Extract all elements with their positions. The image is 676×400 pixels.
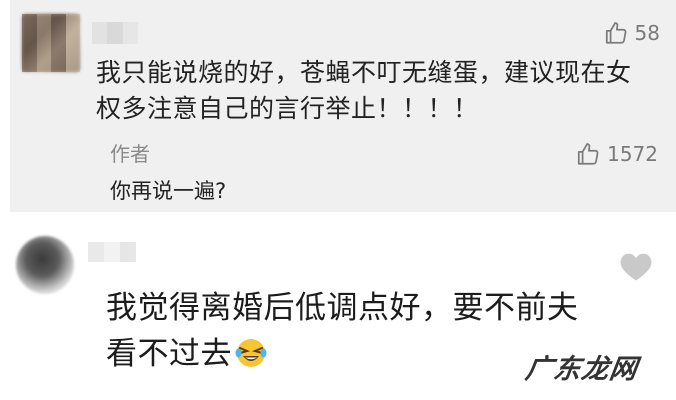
thumbs-up-icon: [603, 20, 629, 46]
reply-text: 你再说一遍?: [110, 179, 227, 203]
commenter-avatar[interactable]: [16, 236, 74, 294]
like-count: 58: [634, 21, 660, 45]
comment-section: 58 我只能说烧的好，苍蝇不叮无缝蛋，建议现在女权多注意自己的言行举止！！！！ …: [0, 0, 676, 400]
laughing-tears-emoji: [234, 336, 268, 370]
avatar-mosaic: [22, 14, 80, 72]
comment-text: 我只能说烧的好，苍蝇不叮无缝蛋，建议现在女权多注意自己的言行举止！！！！: [96, 58, 632, 123]
comment-text-body: 我觉得离婚后低调点好，要不前夫看不过去: [106, 290, 579, 372]
comment-like-button[interactable]: 58: [603, 18, 660, 48]
thumbs-up-icon: [575, 141, 601, 167]
site-watermark: 广东龙网: [523, 354, 640, 385]
commenter-name-blurred: [92, 22, 138, 44]
reply-like-count: 1572: [607, 142, 658, 166]
reply-like-button[interactable]: 1572: [575, 138, 658, 170]
heart-icon[interactable]: [618, 250, 654, 282]
commenter-name-blurred: [88, 242, 136, 262]
